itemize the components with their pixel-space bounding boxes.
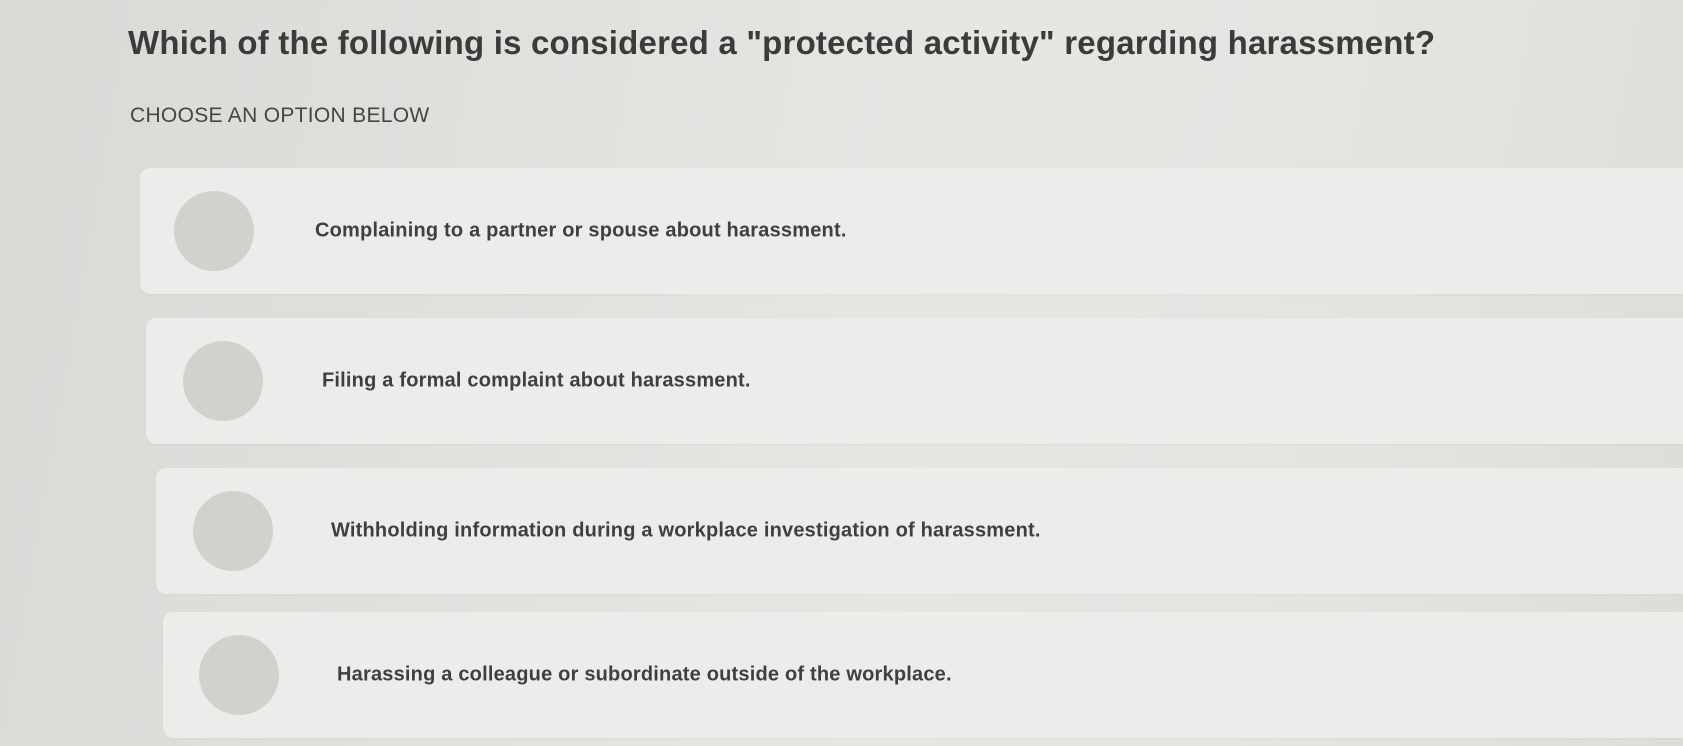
radio-button-icon[interactable] bbox=[193, 491, 273, 571]
radio-button-icon[interactable] bbox=[174, 191, 254, 271]
question-title: Which of the following is considered a "… bbox=[128, 24, 1436, 61]
answer-option-2[interactable]: Filing a formal complaint about harassme… bbox=[146, 318, 1683, 444]
radio-button-icon[interactable] bbox=[199, 635, 279, 715]
answer-option-label: Harassing a colleague or subordinate out… bbox=[337, 663, 952, 686]
answer-option-1[interactable]: Complaining to a partner or spouse about… bbox=[140, 168, 1683, 294]
answer-option-4[interactable]: Harassing a colleague or subordinate out… bbox=[163, 612, 1683, 738]
choose-option-instruction: CHOOSE AN OPTION BELOW bbox=[130, 104, 430, 127]
answer-option-label: Complaining to a partner or spouse about… bbox=[315, 219, 847, 242]
answer-option-label: Filing a formal complaint about harassme… bbox=[322, 369, 751, 392]
radio-button-icon[interactable] bbox=[183, 341, 263, 421]
answer-option-3[interactable]: Withholding information during a workpla… bbox=[156, 468, 1683, 594]
answer-option-label: Withholding information during a workpla… bbox=[331, 519, 1041, 542]
